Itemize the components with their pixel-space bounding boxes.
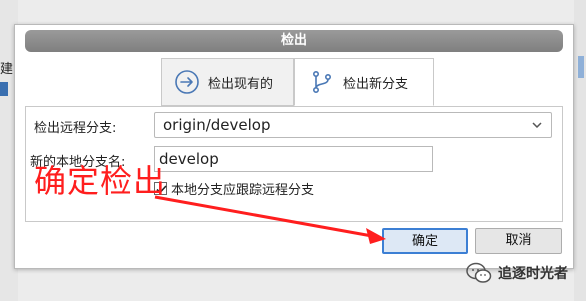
annotation-arrow <box>154 195 386 244</box>
watermark-text: 追逐时光者 <box>498 266 568 282</box>
watermark: 追逐时光者 <box>466 262 568 284</box>
wechat-icon <box>466 262 492 284</box>
